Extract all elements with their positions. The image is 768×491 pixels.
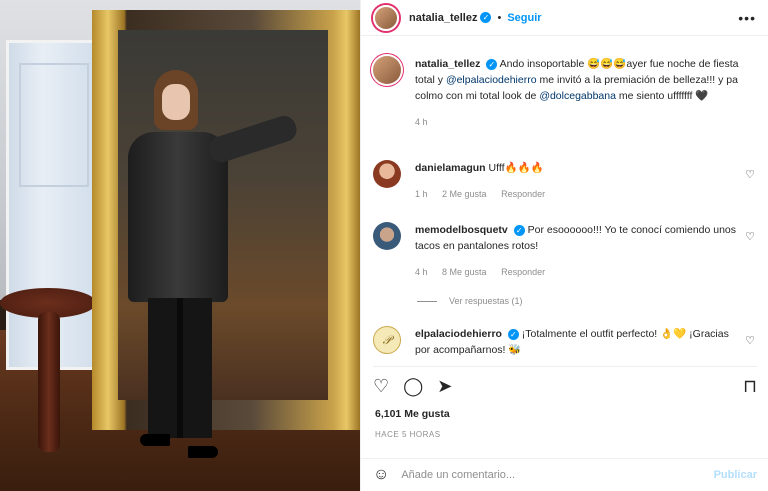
photo-person-legs	[148, 298, 212, 438]
like-heart-icon[interactable]: ♡	[373, 377, 389, 395]
publish-button[interactable]: Publicar	[714, 469, 757, 481]
comment-username[interactable]: danielamagun	[415, 162, 486, 174]
comment-like-heart-icon[interactable]: ♡	[745, 334, 755, 347]
view-replies-button[interactable]: Ver respuestas (1)	[417, 296, 523, 306]
caption: natalia_tellez ✓ Ando insoportable 😅😅😅ay…	[373, 56, 763, 130]
verified-icon: ✓	[486, 58, 498, 70]
author-avatar[interactable]	[373, 4, 399, 31]
comment-body: danielamagun Ufff🔥🔥🔥 1 h 2 Me gusta Resp…	[415, 160, 745, 202]
comment-avatar[interactable]	[373, 222, 401, 250]
comments-section: natalia_tellez ✓ Ando insoportable 😅😅😅ay…	[361, 50, 768, 360]
comment-item: danielamagun Ufff🔥🔥🔥 1 h 2 Me gusta Resp…	[373, 160, 763, 202]
photo-side-table-leg	[38, 312, 60, 452]
caption-body: natalia_tellez ✓ Ando insoportable 😅😅😅ay…	[415, 56, 745, 130]
verified-icon: ✓	[507, 328, 519, 340]
caption-text-3: me siento ufffffff 🖤	[615, 90, 709, 102]
view-replies-label: Ver respuestas (1)	[449, 296, 523, 306]
caption-avatar[interactable]	[373, 56, 401, 84]
photo-person-shoe-right	[188, 446, 218, 458]
caption-time[interactable]: 4 h	[415, 117, 428, 127]
post-photo[interactable]	[0, 0, 360, 491]
caption-mention-dolcegabbana[interactable]: @dolcegabbana	[539, 90, 616, 102]
comment-time[interactable]: 1 h	[415, 189, 428, 199]
comment-meta: 1 h 2 Me gusta Responder	[415, 186, 745, 202]
photo-person-shoe-left	[140, 434, 170, 446]
more-options-icon[interactable]: •••	[738, 10, 756, 26]
verified-icon: ✓	[513, 224, 525, 236]
comment-meta: 4 h 8 Me gusta Responder	[415, 264, 745, 280]
comment-bubble-icon[interactable]: ◯	[403, 377, 423, 395]
comment-avatar[interactable]	[373, 160, 401, 188]
posted-time[interactable]: HACE 5 HORAS	[375, 430, 441, 439]
comment-text: Ufff🔥🔥🔥	[488, 162, 544, 174]
caption-username[interactable]: natalia_tellez	[415, 58, 480, 70]
caption-mention-elpalaciodehierro[interactable]: @elpalaciodehierro	[446, 74, 537, 86]
photo-person-face	[162, 84, 190, 120]
comment-body: elpalaciodehierro ✓ ¡Totalmente el outfi…	[415, 326, 745, 358]
caption-meta: 4 h	[415, 114, 745, 130]
likes-count[interactable]: 6,101 Me gusta	[375, 408, 450, 420]
replies-line	[417, 300, 437, 302]
add-comment-bar: ☺ Publicar	[361, 458, 768, 491]
comment-item: memodelbosquetv ✓ Por esoooooo!!! Yo te …	[373, 222, 763, 280]
comment-like-heart-icon[interactable]: ♡	[745, 230, 755, 243]
comment-like-heart-icon[interactable]: ♡	[745, 168, 755, 181]
comment-likes[interactable]: 8 Me gusta	[442, 267, 487, 277]
comment-time[interactable]: 4 h	[415, 267, 428, 277]
share-send-icon[interactable]: ➤	[437, 377, 452, 395]
comment-avatar[interactable]: 𝒫	[373, 326, 401, 354]
comment-reply-button[interactable]: Responder	[501, 267, 545, 277]
emoji-icon[interactable]: ☺	[373, 466, 389, 484]
author-username[interactable]: natalia_tellez	[409, 12, 477, 24]
comment-username[interactable]: memodelbosquetv	[415, 224, 508, 236]
comment-username[interactable]: elpalaciodehierro	[415, 328, 502, 340]
post-side-panel: natalia_tellez ✓ • Seguir ••• natalia_te…	[360, 0, 768, 491]
comment-likes[interactable]: 2 Me gusta	[442, 189, 487, 199]
post-actions: ♡ ◯ ➤ ⊓	[373, 366, 757, 398]
separator-dot: •	[497, 11, 502, 24]
comment-reply-button[interactable]: Responder	[501, 189, 545, 199]
follow-button[interactable]: Seguir	[507, 12, 541, 24]
bookmark-icon[interactable]: ⊓	[743, 377, 757, 395]
comment-input[interactable]	[401, 469, 714, 481]
comment-item: 𝒫 elpalaciodehierro ✓ ¡Totalmente el out…	[373, 326, 763, 358]
comment-body: memodelbosquetv ✓ Por esoooooo!!! Yo te …	[415, 222, 745, 280]
verified-icon: ✓	[480, 12, 492, 23]
post-header: natalia_tellez ✓ • Seguir •••	[361, 0, 768, 36]
photo-person	[118, 70, 300, 470]
